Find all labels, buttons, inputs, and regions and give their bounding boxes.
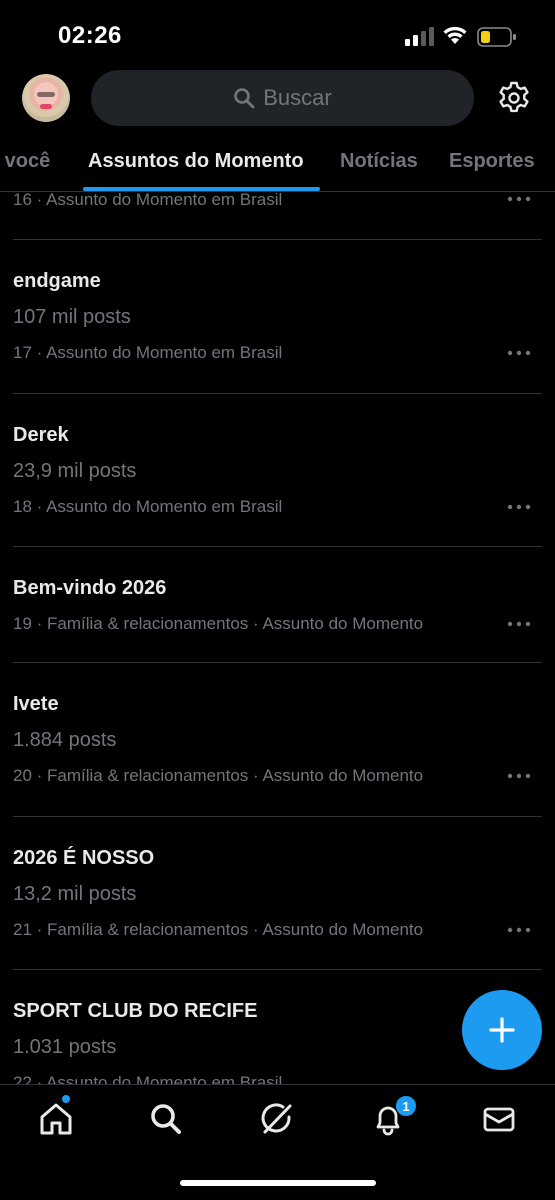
home-indicator[interactable]: [180, 1180, 376, 1186]
tab-bar: a você Assuntos do Momento Notícias Espo…: [0, 134, 555, 192]
trend-meta: 16 · Assunto do Momento em Brasil: [13, 192, 283, 209]
screen: 02:26 Buscar a você: [0, 0, 555, 1200]
trend-title: 2026 É NOSSO: [13, 847, 155, 869]
trend-post-count: 1.884 posts: [13, 729, 117, 751]
tab-sports[interactable]: Esportes: [449, 150, 535, 173]
home-icon[interactable]: [38, 1101, 74, 1137]
tab-trending[interactable]: Assuntos do Momento: [88, 150, 304, 173]
status-bar: 02:26: [0, 0, 555, 70]
gear-icon[interactable]: [496, 80, 532, 116]
status-time: 02:26: [58, 22, 122, 49]
tab-news[interactable]: Notícias: [340, 150, 418, 173]
trend-title: Ivete: [13, 693, 59, 715]
plus-icon: [489, 1017, 515, 1043]
trend-item[interactable]: 2026 É NOSSO 13,2 mil posts 21 · Família…: [0, 817, 555, 970]
trend-item[interactable]: Derek 23,9 mil posts 18 · Assunto do Mom…: [0, 394, 555, 547]
trend-post-count: 23,9 mil posts: [13, 460, 137, 482]
tab-active-indicator: [83, 187, 320, 191]
cellular-signal-icon: [405, 27, 434, 46]
tab-for-you[interactable]: a você: [0, 150, 50, 173]
trend-item[interactable]: Bem-vindo 2026 19 · Família & relacionam…: [0, 547, 555, 663]
trend-meta: 18 · Assunto do Momento em Brasil: [13, 497, 283, 516]
trend-meta: 22 · Assunto do Momento em Brasil: [13, 1073, 283, 1084]
more-options-icon[interactable]: [506, 619, 532, 629]
trend-list: 16 · Assunto do Momento em Brasil endgam…: [0, 192, 555, 1084]
trend-title: Derek: [13, 424, 69, 446]
search-input[interactable]: Buscar: [91, 70, 474, 126]
trend-post-count: 1.031 posts: [13, 1036, 117, 1058]
more-options-icon[interactable]: [506, 348, 532, 358]
more-options-icon[interactable]: [506, 502, 532, 512]
more-options-icon[interactable]: [506, 194, 532, 204]
trend-title: SPORT CLUB DO RECIFE: [13, 1000, 258, 1022]
trend-title: endgame: [13, 270, 101, 292]
trend-item[interactable]: Ivete 1.884 posts 20 · Família & relacio…: [0, 663, 555, 816]
mail-icon[interactable]: [481, 1101, 517, 1137]
trend-title: Bem-vindo 2026: [13, 577, 167, 599]
notification-badge: 1: [395, 1095, 417, 1117]
search-icon: [234, 88, 255, 109]
battery-low-icon: [477, 27, 516, 47]
trend-meta: 20 · Família & relacionamentos · Assunto…: [13, 766, 424, 785]
grok-icon[interactable]: [259, 1101, 295, 1137]
trend-item[interactable]: endgame 107 mil posts 17 · Assunto do Mo…: [0, 240, 555, 393]
compose-post-button[interactable]: [462, 990, 542, 1070]
trend-meta: 19 · Família & relacionamentos · Assunto…: [13, 614, 424, 633]
trend-meta: 17 · Assunto do Momento em Brasil: [13, 343, 283, 362]
wifi-icon: [443, 26, 467, 44]
more-options-icon[interactable]: [506, 771, 532, 781]
home-unread-dot: [62, 1095, 70, 1103]
trend-meta: 21 · Família & relacionamentos · Assunto…: [13, 920, 424, 939]
search-placeholder: Buscar: [263, 85, 332, 110]
trend-post-count: 107 mil posts: [13, 306, 131, 328]
search-icon[interactable]: [148, 1101, 184, 1137]
trend-item[interactable]: 16 · Assunto do Momento em Brasil: [0, 192, 555, 240]
profile-avatar[interactable]: [22, 74, 70, 122]
trend-post-count: 13,2 mil posts: [13, 883, 137, 905]
more-options-icon[interactable]: [506, 925, 532, 935]
